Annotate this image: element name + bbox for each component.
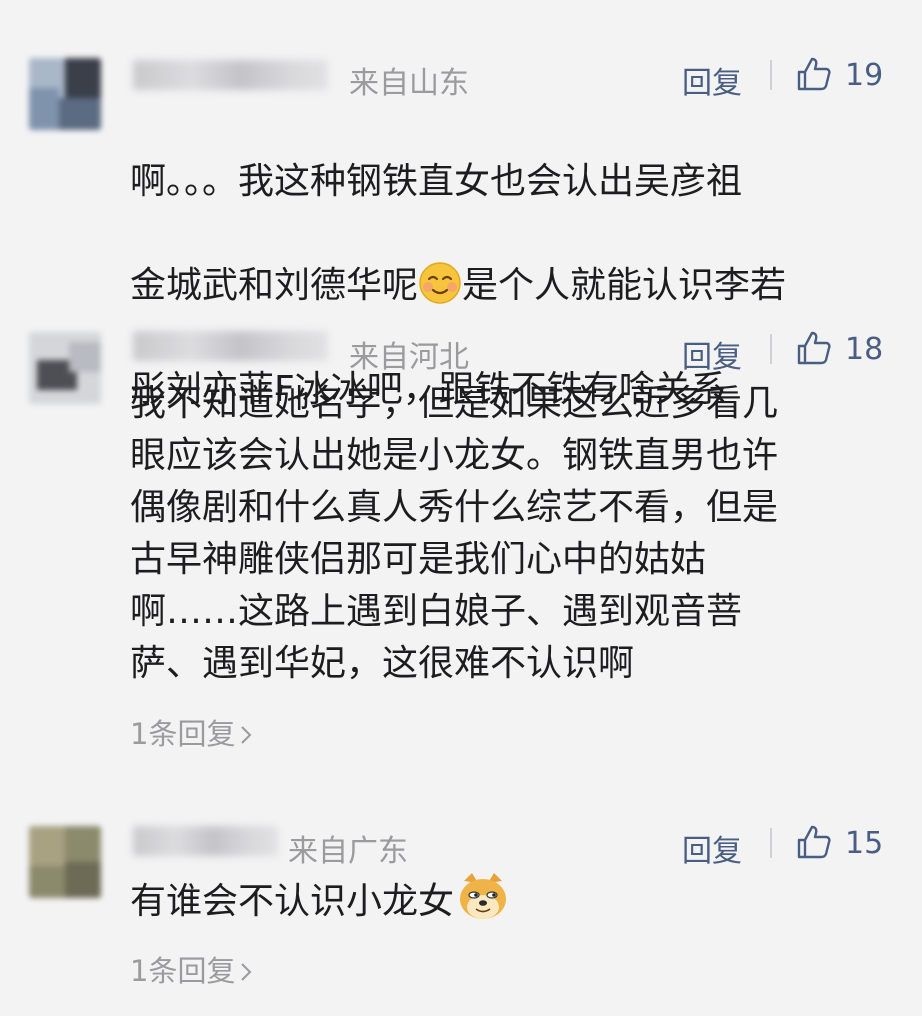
divider [770,828,772,858]
like-count: 19 [845,58,884,93]
divider [770,334,772,364]
reply-button[interactable]: 回复 [682,58,742,102]
comment-text-line: 金城武和刘德华呢 是个人就能认识李若 [130,260,890,312]
reply-button[interactable]: 回复 [682,826,742,870]
view-replies-link[interactable]: 1条回复 [130,948,253,990]
thumbs-up-icon[interactable] [796,330,832,366]
chevron-right-icon [241,726,252,744]
username-blurred[interactable] [133,331,328,361]
comment-text-line: 啊。。。我这种钢铁直女也会认出吴彦祖 [130,161,743,202]
smiling-face-emoji-icon [419,262,461,304]
location-label: 来自河北 [349,340,469,375]
thumbs-up-icon[interactable] [796,56,832,92]
comment-text-segment: 是个人就能认识李若 [462,265,787,306]
doge-emoji-icon [460,873,507,919]
view-replies-label: 1条回复 [130,954,236,988]
avatar[interactable] [29,826,101,898]
comment-text-segment: 金城武和刘德华呢 [130,265,419,306]
like-count: 15 [845,826,884,861]
location-label: 来自山东 [349,66,469,101]
location-label: 来自广东 [288,834,408,869]
comment-text: 有谁会不认识小龙女 [130,871,890,928]
avatar[interactable] [29,332,101,404]
thumbs-up-icon[interactable] [796,824,832,860]
username-blurred[interactable] [133,60,328,90]
reply-button[interactable]: 回复 [682,332,742,376]
avatar[interactable] [29,58,101,130]
like-count: 18 [845,332,884,367]
view-replies-label: 1条回复 [130,717,236,751]
divider [770,60,772,90]
chevron-right-icon [241,963,252,981]
comment-text-segment: 有谁会不认识小龙女 [130,881,455,922]
comment-text: 我不知道她名字，但是如果这么近多看几 眼应该会认出她是小龙女。钢铁直男也许 偶像… [130,383,779,684]
view-replies-link[interactable]: 1条回复 [130,711,253,753]
username-blurred[interactable] [133,826,278,856]
